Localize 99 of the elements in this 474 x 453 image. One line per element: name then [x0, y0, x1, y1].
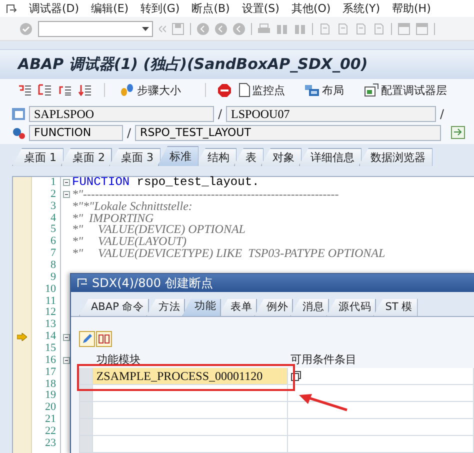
document-icon: [239, 83, 250, 97]
fold-icon[interactable]: [63, 191, 70, 198]
line-number: 6: [50, 236, 57, 248]
code-comment: *" IMPORTING: [72, 212, 154, 224]
tab[interactable]: 方法: [146, 299, 186, 316]
line-number: 23: [44, 438, 57, 450]
tab[interactable]: 表单: [218, 299, 258, 316]
menu-item[interactable]: 调试器(D): [29, 1, 80, 16]
menu-item[interactable]: 断点(B): [192, 1, 230, 16]
tab[interactable]: 标准: [158, 146, 198, 166]
fold-icon[interactable]: [63, 179, 70, 186]
line-number: 19: [44, 390, 57, 402]
tab[interactable]: 详细信息: [298, 148, 362, 166]
book-icon[interactable]: [96, 331, 112, 347]
tab[interactable]: 对象: [260, 148, 302, 166]
code-comment: *" VALUE(LAYOUT): [72, 236, 186, 248]
line-number: 11: [44, 296, 57, 308]
menu-item[interactable]: 转到(G): [140, 1, 180, 16]
window-icon[interactable]: [416, 22, 428, 34]
tab[interactable]: 数据浏览器: [358, 148, 432, 166]
path-separator: /: [218, 106, 222, 120]
menu-item[interactable]: 编辑(E): [91, 1, 129, 16]
menu-item[interactable]: 系统(Y): [342, 1, 380, 16]
line-number: 2: [50, 188, 57, 201]
line-number: 22: [44, 426, 57, 438]
tab[interactable]: 桌面 2: [60, 148, 112, 166]
line-number: 18: [44, 378, 57, 390]
page-icon[interactable]: [373, 22, 385, 34]
fold-icon[interactable]: [63, 334, 70, 341]
line-number: 15: [44, 343, 57, 355]
print-icon[interactable]: [258, 22, 270, 34]
tab[interactable]: ST 模: [373, 299, 418, 316]
code-line: FUNCTION rspo_test_layout.: [72, 177, 260, 189]
toolbar-button[interactable]: 监控点: [237, 82, 287, 98]
line-number: 3: [50, 200, 57, 213]
tab[interactable]: 功能: [182, 299, 222, 316]
code-comment: *"----------------------------------------------------------------: [72, 188, 339, 201]
line-number: 21: [44, 414, 57, 426]
path-separator: /: [127, 126, 132, 140]
annotation-arrow: [299, 392, 349, 412]
stop-icon[interactable]: [218, 84, 231, 96]
line-number: 8: [50, 260, 57, 272]
chevron-icon[interactable]: [159, 24, 166, 32]
line-number: 12: [44, 307, 57, 320]
page-icon[interactable]: [355, 22, 367, 34]
step-over-icon[interactable]: [38, 84, 52, 96]
menu-item[interactable]: 帮助(H): [392, 1, 431, 16]
tab[interactable]: 例外: [254, 299, 294, 316]
layout-icon: [305, 84, 320, 96]
navigate-icon[interactable]: [451, 126, 466, 139]
line-number: 16: [44, 354, 57, 367]
return-icon[interactable]: [58, 84, 72, 96]
tab[interactable]: 表: [234, 148, 264, 166]
config-icon: [364, 83, 379, 97]
page-icon[interactable]: [319, 22, 331, 34]
toolbar-button[interactable]: 步骤大小: [117, 82, 183, 98]
code-comment: *" VALUE(DEVICE) OPTIONAL: [72, 224, 246, 236]
tab[interactable]: 桌面 3: [109, 148, 160, 166]
line-number: 13: [44, 319, 57, 332]
edit-icon[interactable]: [79, 331, 95, 347]
include-field[interactable]: LSPOOU07: [226, 106, 436, 122]
path-separator: /: [440, 106, 444, 120]
toolbar-button[interactable]: 配置调试器层: [362, 82, 449, 98]
menu-item[interactable]: 设置(S): [242, 1, 280, 16]
code-comment: *"*"Lokale Schnittstelle:: [72, 200, 192, 213]
tab[interactable]: ABAP 命令: [79, 299, 150, 316]
event-name-field[interactable]: RSPO_TEST_LAYOUT: [135, 124, 442, 140]
dropdown-icon[interactable]: [142, 26, 149, 30]
value-help-icon[interactable]: [290, 371, 301, 381]
tab[interactable]: 源代码: [326, 299, 376, 316]
event-type-field[interactable]: FUNCTION: [29, 124, 123, 140]
command-field[interactable]: [38, 20, 153, 36]
line-number: 20: [44, 402, 57, 414]
tab[interactable]: 桌面 1: [12, 148, 64, 166]
dialog-title: SDX(4)/800 创建断点: [92, 274, 213, 292]
line-number: 17: [44, 366, 57, 379]
fold-icon[interactable]: [63, 357, 70, 364]
exit-icon[interactable]: [6, 4, 17, 14]
continue-icon[interactable]: [78, 84, 92, 96]
page-icon[interactable]: [337, 22, 349, 34]
menu-item[interactable]: 其他(O): [291, 1, 331, 16]
save-icon[interactable]: [172, 22, 184, 34]
window-icon: [77, 278, 88, 288]
code-comment: *" VALUE(DEVICETYPE) LIKE TSP03-PATYPE OPTIONAL: [72, 248, 386, 260]
program-field[interactable]: SAPLSPOO: [29, 106, 214, 122]
line-number: 9: [50, 272, 57, 284]
line-number: 10: [44, 284, 57, 296]
toolbar-button[interactable]: 布局: [303, 82, 346, 98]
enter-icon[interactable]: [20, 22, 32, 34]
window-icon[interactable]: [398, 22, 410, 34]
line-number: 4: [50, 212, 57, 224]
tab[interactable]: 消息: [290, 299, 330, 316]
tab[interactable]: 结构: [196, 148, 236, 166]
window-title: ABAP 调试器(1) (独占)(SandBoxAP_SDX_00): [18, 55, 368, 74]
line-number: 14: [44, 331, 57, 344]
line-number: 1: [50, 177, 57, 189]
step-into-icon[interactable]: [18, 84, 32, 96]
line-number: 7: [50, 248, 57, 260]
line-number: 5: [50, 224, 57, 236]
